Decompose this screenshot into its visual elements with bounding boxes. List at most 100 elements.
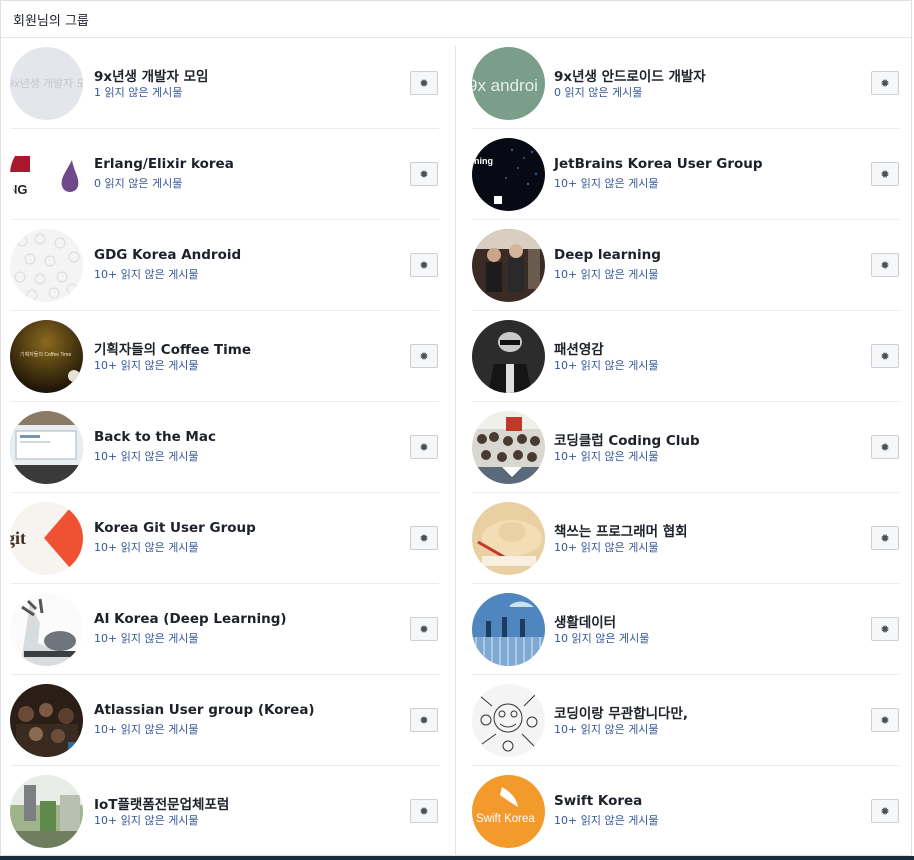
group-cover-image[interactable]: git [10, 502, 83, 575]
group-settings-button[interactable]: ✹ [871, 344, 899, 368]
unread-label: 읽지 않은 게시물 [117, 632, 199, 645]
group-row: 9x년생 개발자 모임 9x년생 개발자 모임 1 읽지 않은 게시물 ✹ [1, 38, 456, 129]
unread-count: 10+ 읽지 않은 게시물 [94, 266, 199, 282]
group-row: 기획자들의 Coffee Time 기획자들의 Coffee Time 10+ … [1, 311, 456, 402]
group-settings-button[interactable]: ✹ [410, 526, 438, 550]
group-cover-image[interactable] [472, 229, 545, 302]
group-cover-image[interactable] [472, 320, 545, 393]
group-row: 책쓰는 프로그래머 협회 10+ 읽지 않은 게시물 ✹ [456, 493, 911, 584]
group-name-link[interactable]: Back to the Mac [94, 429, 216, 445]
bottom-bar [0, 856, 914, 860]
group-name-link[interactable]: Atlassian User group (Korea) [94, 702, 315, 718]
cover-text: NG [10, 182, 28, 197]
group-cover-image[interactable] [10, 229, 83, 302]
group-name-link[interactable]: GDG Korea Android [94, 247, 241, 263]
unread-label: 읽지 않은 게시물 [117, 359, 199, 372]
unread-count: 10+ 읽지 않은 게시물 [554, 539, 659, 555]
group-cover-image[interactable] [10, 593, 83, 666]
group-cover-image[interactable]: ning [472, 138, 545, 211]
group-name-link[interactable]: 기획자들의 Coffee Time [94, 338, 251, 358]
unread-number: 10+ [554, 541, 578, 554]
unread-count: 10+ 읽지 않은 게시물 [94, 357, 199, 373]
group-cover-image[interactable] [10, 684, 83, 757]
group-name-link[interactable]: 9x년생 안드로이드 개발자 [554, 65, 706, 85]
group-settings-button[interactable]: ✹ [871, 708, 899, 732]
group-cover-image[interactable] [472, 684, 545, 757]
unread-label: 읽지 않은 게시물 [577, 541, 659, 554]
group-settings-button[interactable]: ✹ [871, 799, 899, 823]
group-settings-button[interactable]: ✹ [410, 344, 438, 368]
page-title: 회원님의 그룹 [13, 13, 89, 29]
group-name-link[interactable]: IoT플랫폼전문업체포럼 [94, 793, 229, 813]
group-row: AI Korea (Deep Learning) 10+ 읽지 않은 게시물 ✹ [1, 584, 456, 675]
group-settings-button[interactable]: ✹ [871, 435, 899, 459]
group-cover-image[interactable] [472, 502, 545, 575]
group-cover-image[interactable]: 9x androi [472, 47, 545, 120]
group-name-link[interactable]: 생활데이터 [554, 611, 616, 631]
cover-text: 기획자들의 Coffee Time [20, 351, 71, 358]
group-settings-button[interactable]: ✹ [410, 253, 438, 277]
group-name-link[interactable]: 패션영감 [554, 338, 604, 358]
unread-count: 10+ 읽지 않은 게시물 [554, 357, 659, 373]
unread-label: 읽지 않은 게시물 [117, 723, 199, 736]
group-row: NG Erlang/Elixir korea 0 읽지 않은 게시물 ✹ [1, 129, 456, 220]
group-cover-image[interactable] [472, 411, 545, 484]
gear-icon: ✹ [419, 349, 429, 363]
group-name-link[interactable]: Deep learning [554, 247, 661, 263]
group-settings-button[interactable]: ✹ [410, 799, 438, 823]
unread-label: 읽지 않은 게시물 [577, 177, 659, 190]
unread-label: 읽지 않은 게시물 [577, 723, 659, 736]
gear-icon: ✹ [880, 713, 890, 727]
unread-count: 0 읽지 않은 게시물 [94, 175, 182, 191]
unread-count: 10+ 읽지 않은 게시물 [94, 448, 199, 464]
group-settings-button[interactable]: ✹ [410, 162, 438, 186]
group-name-link[interactable]: Erlang/Elixir korea [94, 156, 234, 172]
group-settings-button[interactable]: ✹ [410, 71, 438, 95]
gear-icon: ✹ [419, 258, 429, 272]
group-name-link[interactable]: 책쓰는 프로그래머 협회 [554, 520, 688, 540]
gear-icon: ✹ [880, 76, 890, 90]
group-settings-button[interactable]: ✹ [871, 162, 899, 186]
unread-label: 읽지 않은 게시물 [577, 814, 659, 827]
unread-number: 10+ [554, 359, 578, 372]
group-settings-button[interactable]: ✹ [871, 71, 899, 95]
group-name-link[interactable]: 9x년생 개발자 모임 [94, 65, 208, 85]
unread-count: 10+ 읽지 않은 게시물 [94, 812, 199, 828]
group-settings-button[interactable]: ✹ [871, 253, 899, 277]
group-name-link[interactable]: JetBrains Korea User Group [554, 156, 763, 172]
unread-label: 읽지 않은 게시물 [568, 632, 650, 645]
group-name-link[interactable]: Swift Korea [554, 793, 642, 809]
group-name-link[interactable]: AI Korea (Deep Learning) [94, 611, 287, 627]
groups-columns: 9x년생 개발자 모임 9x년생 개발자 모임 1 읽지 않은 게시물 ✹ NG… [1, 38, 911, 857]
group-name-link[interactable]: 코딩이랑 무관합니다만, [554, 702, 688, 722]
cover-text: 9x androi [472, 76, 538, 95]
gear-icon: ✹ [880, 531, 890, 545]
unread-number: 10+ [94, 359, 118, 372]
unread-count: 10+ 읽지 않은 게시물 [554, 721, 659, 737]
group-settings-button[interactable]: ✹ [871, 526, 899, 550]
group-row: Atlassian User group (Korea) 10+ 읽지 않은 게… [1, 675, 456, 766]
group-row: GDG Korea Android 10+ 읽지 않은 게시물 ✹ [1, 220, 456, 311]
group-cover-image[interactable]: NG [10, 138, 83, 211]
gear-icon: ✹ [880, 167, 890, 181]
group-name-link[interactable]: Korea Git User Group [94, 520, 256, 536]
group-settings-button[interactable]: ✹ [410, 435, 438, 459]
group-settings-button[interactable]: ✹ [410, 708, 438, 732]
gear-icon: ✹ [419, 804, 429, 818]
unread-count: 10+ 읽지 않은 게시물 [94, 721, 199, 737]
unread-number: 10+ [554, 814, 578, 827]
group-cover-image[interactable] [472, 593, 545, 666]
group-cover-image[interactable] [10, 411, 83, 484]
group-cover-image[interactable]: Swift Korea [472, 775, 545, 848]
group-settings-button[interactable]: ✹ [410, 617, 438, 641]
groups-panel: 회원님의 그룹 9x년생 개발자 모임 9x년생 개발자 모임 1 읽지 않은 … [0, 0, 912, 857]
group-cover-image[interactable]: 기획자들의 Coffee Time [10, 320, 83, 393]
gear-icon: ✹ [880, 258, 890, 272]
group-cover-image[interactable] [10, 775, 83, 848]
cover-text: git [10, 528, 26, 548]
group-row: 코딩클럽 Coding Club 10+ 읽지 않은 게시물 ✹ [456, 402, 911, 493]
unread-count: 10+ 읽지 않은 게시물 [94, 630, 199, 646]
group-cover-image[interactable]: 9x년생 개발자 모임 [10, 47, 83, 120]
group-settings-button[interactable]: ✹ [871, 617, 899, 641]
group-name-link[interactable]: 코딩클럽 Coding Club [554, 429, 700, 449]
